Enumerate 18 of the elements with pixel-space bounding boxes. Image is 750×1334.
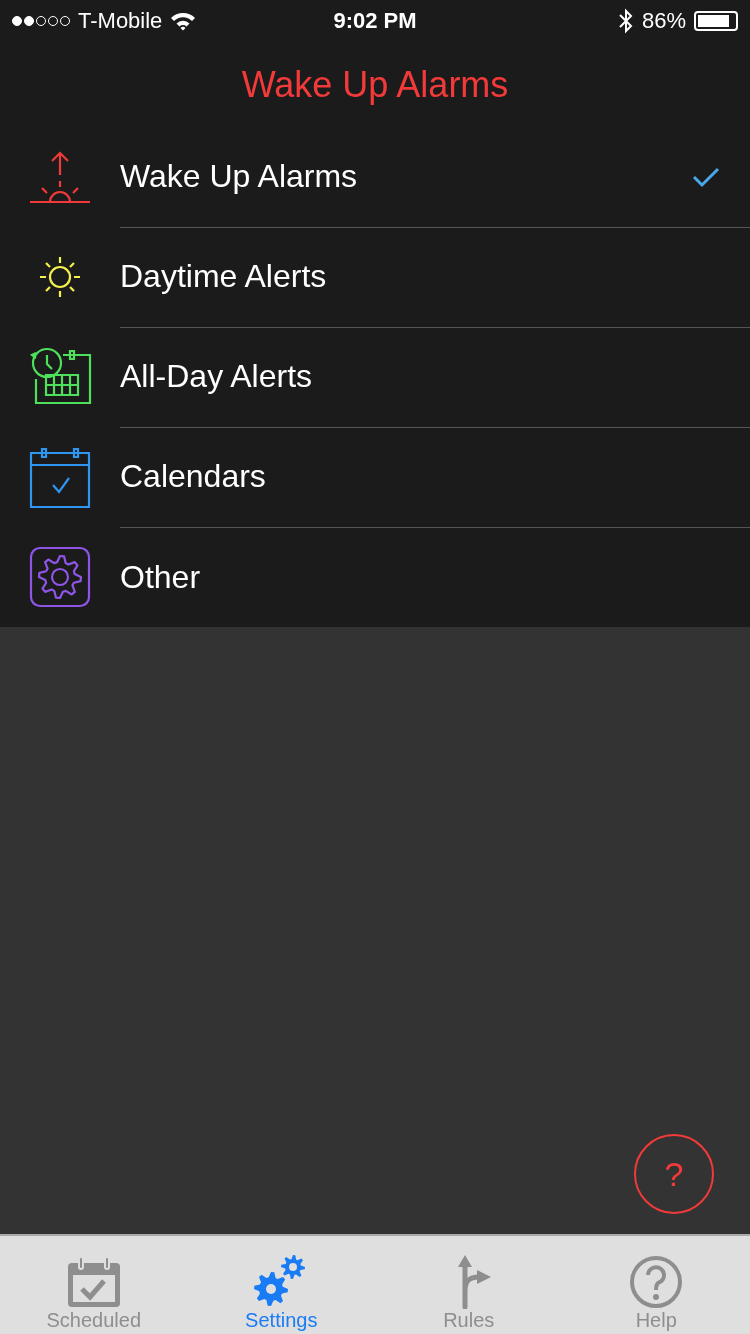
menu-item[interactable]: Wake Up Alarms bbox=[0, 127, 750, 227]
battery-percent: 86% bbox=[641, 8, 686, 34]
menu-label: Daytime Alerts bbox=[120, 258, 327, 295]
checkmark-icon bbox=[692, 165, 720, 188]
menu-item[interactable]: Other bbox=[0, 527, 750, 627]
menu-item[interactable]: Daytime Alerts bbox=[0, 227, 750, 327]
menu-label: Wake Up Alarms bbox=[120, 158, 358, 195]
menu-label: Calendars bbox=[120, 458, 266, 495]
menu-label: All-Day Alerts bbox=[120, 358, 313, 395]
menu-label: Other bbox=[120, 558, 201, 596]
screen-title: Wake Up Alarms bbox=[241, 63, 509, 106]
bluetooth-icon bbox=[617, 8, 634, 34]
menu-item[interactable]: All-Day Alerts bbox=[0, 327, 750, 427]
menu-item[interactable]: Calendars bbox=[0, 427, 750, 527]
battery-icon bbox=[694, 11, 738, 31]
carrier-name: T-Mobile bbox=[78, 8, 163, 34]
wifi-icon bbox=[170, 11, 197, 31]
status-time: 9:02 PM bbox=[332, 8, 418, 34]
